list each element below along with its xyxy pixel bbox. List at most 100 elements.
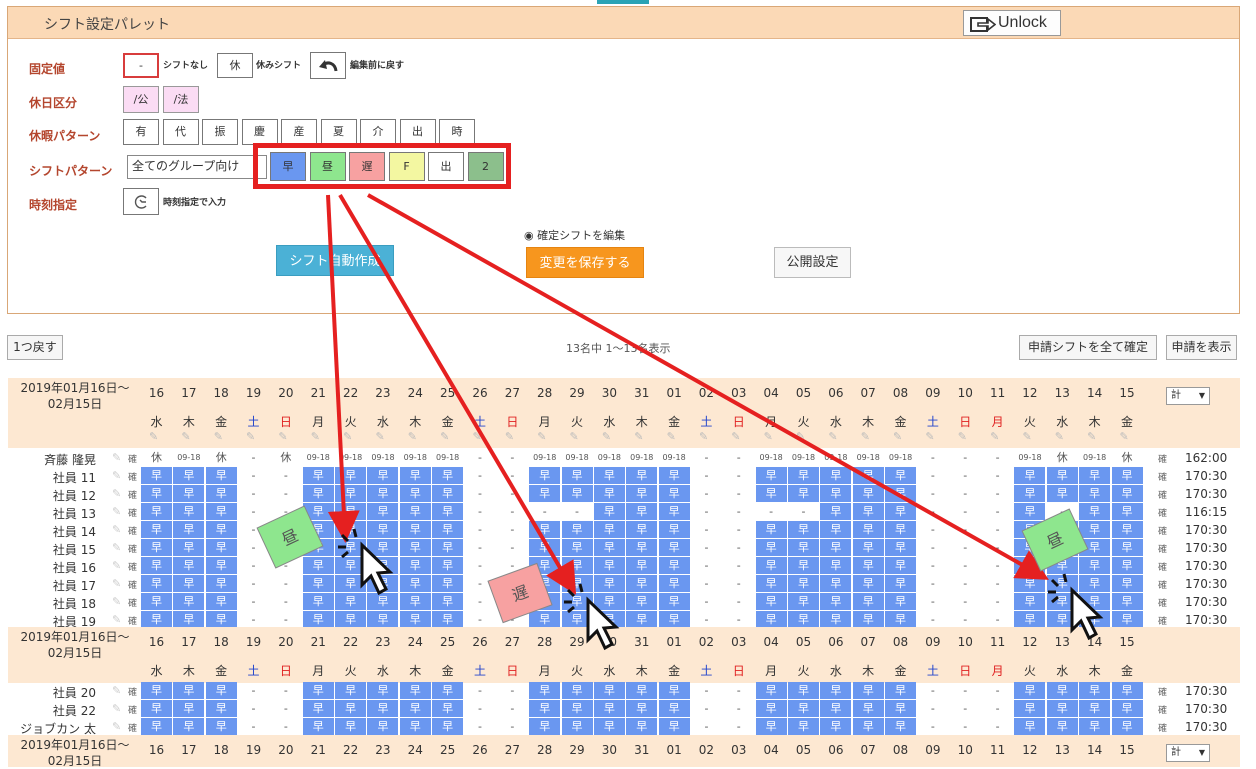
shift-cell[interactable]: -: [723, 449, 754, 466]
shift-cell[interactable]: -: [465, 521, 496, 538]
shift-cell[interactable]: 早: [658, 593, 690, 610]
shift-cell[interactable]: 早: [335, 682, 367, 699]
pencil-icon[interactable]: ✎: [958, 430, 972, 444]
shift-cell[interactable]: -: [723, 557, 754, 574]
shift-cell[interactable]: 早: [335, 700, 367, 717]
shift-cell[interactable]: -: [270, 521, 301, 538]
shift-cell[interactable]: -: [982, 682, 1013, 699]
pencil-icon[interactable]: ✎: [343, 430, 357, 444]
edit-pencil-icon[interactable]: ✎: [112, 451, 121, 464]
pencil-icon[interactable]: ✎: [408, 430, 422, 444]
shift-cell[interactable]: 09-18: [820, 449, 851, 466]
shift-cell[interactable]: 09-18: [432, 449, 463, 466]
shift-cell[interactable]: 早: [593, 539, 625, 556]
shift-cell[interactable]: 早: [561, 575, 593, 592]
shift-cell[interactable]: -: [982, 700, 1013, 717]
shift-cell[interactable]: -: [691, 557, 722, 574]
shift-cell[interactable]: 早: [1079, 539, 1111, 556]
pencil-icon[interactable]: ✎: [828, 430, 842, 444]
total-select[interactable]: 計 ▼: [1166, 744, 1210, 762]
shift-cell[interactable]: -: [917, 718, 948, 735]
shift-cell[interactable]: 早: [788, 593, 819, 610]
shift-cell[interactable]: -: [270, 700, 301, 717]
shift-cell[interactable]: -: [497, 539, 528, 556]
shift-cell[interactable]: 早: [173, 485, 205, 502]
shift-cell[interactable]: 早: [852, 611, 884, 628]
shift-cell[interactable]: -: [497, 467, 528, 484]
shift-cell[interactable]: 早: [885, 485, 917, 502]
shift-cell[interactable]: -: [270, 593, 301, 610]
shift-cell[interactable]: 早: [529, 700, 561, 717]
shift-cell[interactable]: 早: [885, 503, 917, 520]
shift-cell[interactable]: 早: [820, 467, 852, 484]
shift-cell[interactable]: 早: [755, 682, 787, 699]
shift-cell[interactable]: 早: [852, 521, 884, 538]
shift-cell[interactable]: -: [950, 467, 981, 484]
shift-cell[interactable]: 早: [626, 611, 658, 628]
shift-cell[interactable]: -: [238, 575, 269, 592]
shift-cell[interactable]: 早: [367, 539, 399, 556]
shift-cell[interactable]: -: [497, 700, 528, 717]
shift-cell[interactable]: 早: [1111, 575, 1143, 592]
shift-cell[interactable]: 早: [626, 682, 658, 699]
shift-cell[interactable]: 早: [658, 575, 690, 592]
shift-cell[interactable]: -: [723, 593, 754, 610]
shift-cell[interactable]: -: [270, 557, 301, 574]
shift-cell[interactable]: -: [723, 503, 754, 520]
edit-pencil-icon[interactable]: ✎: [112, 720, 121, 733]
shift-cell[interactable]: -: [950, 611, 981, 628]
shift-cell[interactable]: 早: [658, 611, 690, 628]
shift-cell[interactable]: -: [982, 503, 1013, 520]
shift-cell[interactable]: 早: [335, 575, 367, 592]
shift-cell[interactable]: 早: [1014, 575, 1046, 592]
shift-cell[interactable]: 早: [593, 718, 625, 735]
shift-cell[interactable]: -: [691, 682, 722, 699]
shift-cell[interactable]: -: [788, 503, 819, 520]
shift-cell[interactable]: 早: [432, 700, 464, 717]
shift-cell[interactable]: 早: [1046, 575, 1078, 592]
shift-cell[interactable]: 早: [885, 539, 917, 556]
shift-cell[interactable]: 早: [788, 718, 819, 735]
shift-cell[interactable]: 早: [367, 682, 399, 699]
edit-pencil-icon[interactable]: ✎: [112, 505, 121, 518]
shift-cell[interactable]: -: [691, 611, 722, 628]
shift-cell[interactable]: 早: [173, 521, 205, 538]
shift-cell[interactable]: 早: [367, 503, 399, 520]
shift-cell[interactable]: -: [950, 682, 981, 699]
shift-cell[interactable]: 早: [302, 503, 334, 520]
shift-cell[interactable]: 早: [205, 575, 237, 592]
shift-cell[interactable]: 早: [432, 718, 464, 735]
shift-cell[interactable]: 早: [1079, 503, 1111, 520]
shift-cell[interactable]: 早: [205, 611, 237, 628]
shift-cell[interactable]: 早: [173, 700, 205, 717]
shift-cell[interactable]: 早: [561, 521, 593, 538]
shift-cell[interactable]: 早: [755, 700, 787, 717]
shift-cell[interactable]: 早: [173, 467, 205, 484]
shift-cell[interactable]: 早: [1014, 539, 1046, 556]
shift-cell[interactable]: 早: [173, 539, 205, 556]
shift-cell[interactable]: 早: [399, 485, 431, 502]
shift-cell[interactable]: 早: [626, 521, 658, 538]
shift-cell[interactable]: 早: [399, 682, 431, 699]
shift-cell[interactable]: 早: [852, 593, 884, 610]
shift-cell[interactable]: -: [497, 503, 528, 520]
shift-cell[interactable]: -: [950, 449, 981, 466]
shift-cell[interactable]: 早: [367, 611, 399, 628]
shift-cell[interactable]: 早: [335, 521, 367, 538]
shift-cell[interactable]: 早: [141, 503, 172, 520]
shift-cell[interactable]: 早: [141, 575, 172, 592]
shift-cell[interactable]: -: [917, 593, 948, 610]
shift-cell[interactable]: -: [917, 521, 948, 538]
shift-cell[interactable]: 早: [302, 539, 334, 556]
pencil-icon[interactable]: ✎: [1087, 430, 1101, 444]
shift-cell[interactable]: 早: [399, 718, 431, 735]
shift-cell[interactable]: 早: [1111, 521, 1143, 538]
shift-cell[interactable]: 早: [367, 557, 399, 574]
shift-cell[interactable]: -: [465, 718, 496, 735]
shift-cell[interactable]: 早: [399, 611, 431, 628]
shift-cell[interactable]: 早: [593, 521, 625, 538]
shift-cell[interactable]: 早: [141, 611, 172, 628]
shift-cell[interactable]: 早: [432, 503, 464, 520]
shift-cell[interactable]: 早: [335, 467, 367, 484]
shift-cell[interactable]: -: [497, 682, 528, 699]
